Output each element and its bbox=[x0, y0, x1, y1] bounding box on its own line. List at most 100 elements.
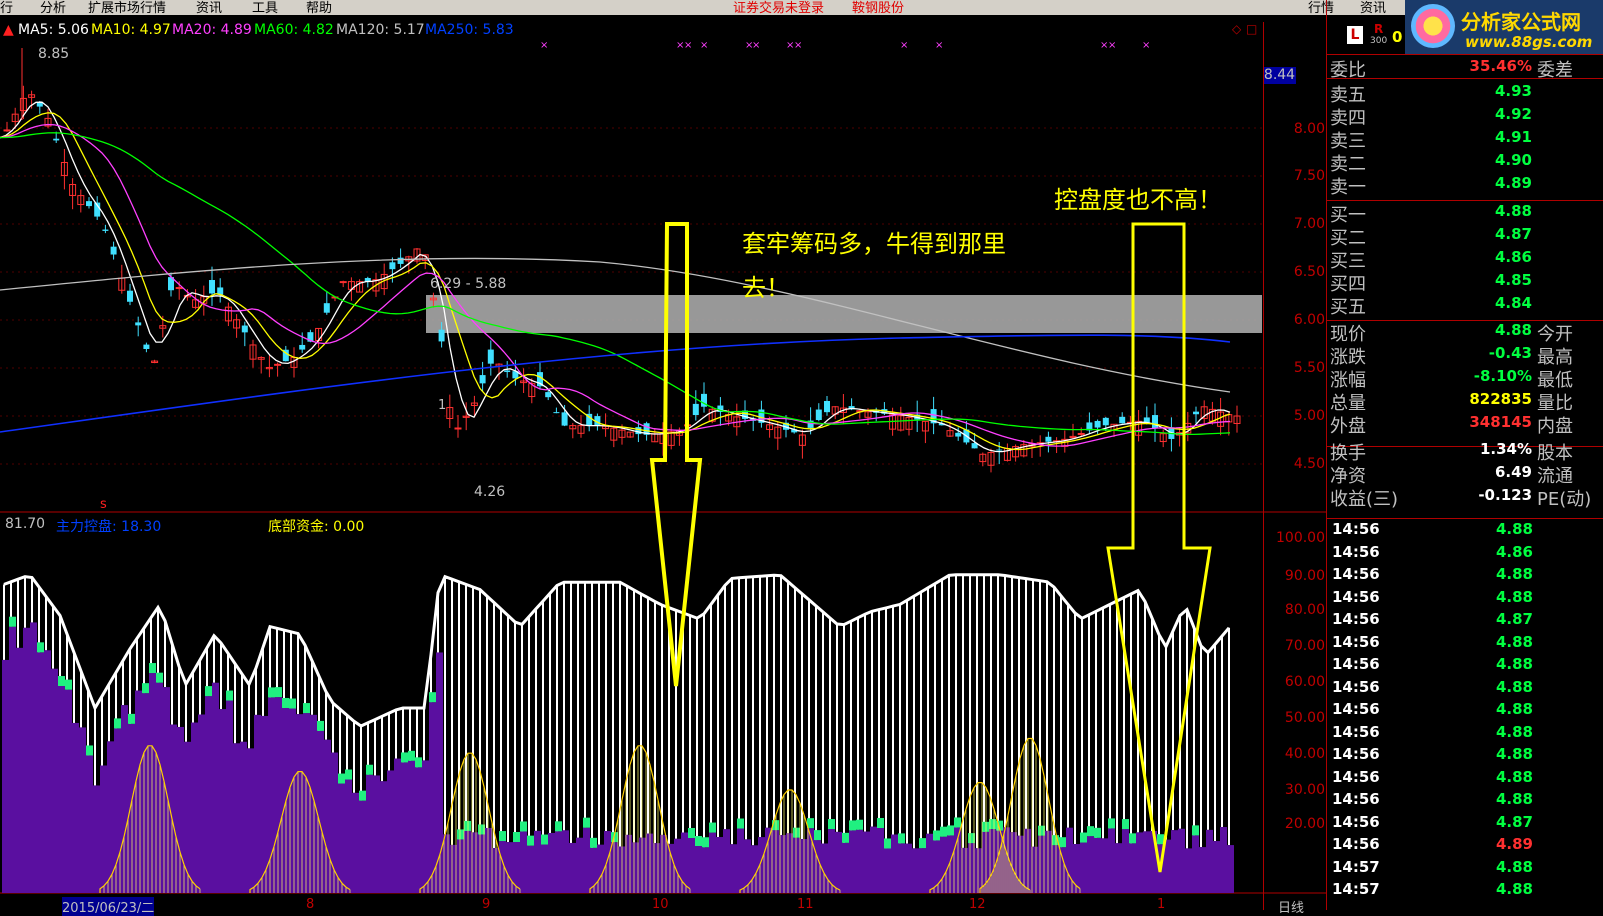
purple-bar bbox=[79, 727, 86, 893]
sell-row-4[interactable]: 卖四 4.92 bbox=[1330, 104, 1603, 129]
buy-row-5[interactable]: 买五 4.84 bbox=[1330, 293, 1603, 318]
low-price-label: 4.26 bbox=[474, 484, 506, 500]
buy-row-1[interactable]: 买一 4.88 bbox=[1330, 201, 1603, 226]
candle-body bbox=[241, 325, 248, 333]
green-bar bbox=[359, 790, 366, 801]
tick-time: 14:56 bbox=[1332, 520, 1380, 538]
price-tick-650: 6.50 bbox=[1293, 264, 1325, 280]
purple-bar bbox=[191, 722, 198, 893]
candle-body bbox=[487, 349, 494, 364]
tick-row: 14:56 4.88 bbox=[1330, 655, 1603, 677]
price-tick-800: 8.00 bbox=[1293, 121, 1325, 137]
purple-bar bbox=[1087, 836, 1094, 893]
sell-row-3[interactable]: 卖三 4.91 bbox=[1330, 127, 1603, 152]
purple-bar bbox=[254, 714, 261, 893]
buy-row-3[interactable]: 买三 4.86 bbox=[1330, 247, 1603, 272]
green-bar bbox=[877, 817, 884, 828]
candle-body bbox=[1077, 432, 1085, 435]
purple-bar bbox=[310, 714, 317, 893]
ma20-label: MA20: 4.89 bbox=[172, 22, 252, 38]
signal-marker: × bbox=[935, 40, 943, 51]
purple-bar bbox=[1192, 835, 1199, 893]
purple-bar bbox=[884, 848, 891, 893]
annotation-trapped-chips-line2: 去！ bbox=[742, 274, 790, 302]
purple-bar bbox=[905, 843, 912, 893]
purple-bar bbox=[457, 839, 464, 893]
green-bar bbox=[128, 713, 135, 724]
tick-time: 14:57 bbox=[1332, 857, 1380, 876]
window-toggle-icon[interactable]: □ bbox=[1246, 22, 1257, 36]
kline-chart[interactable]: × × × × ×× × × × × × × × bbox=[0, 0, 1330, 910]
green-bar bbox=[275, 687, 282, 698]
tick-time: 14:56 bbox=[1332, 835, 1380, 853]
purple-bar bbox=[1185, 848, 1192, 893]
green-bar bbox=[541, 834, 548, 845]
green-bar bbox=[1192, 825, 1199, 836]
green-bar bbox=[464, 820, 471, 831]
range-label: 6.29 - 5.88 bbox=[430, 276, 507, 292]
price-tick-450: 4.50 bbox=[1293, 456, 1325, 472]
tick-time: 14:56 bbox=[1332, 565, 1380, 583]
current-price-tag: 8.44 bbox=[1263, 67, 1296, 84]
info-eps-value: -0.123 bbox=[1478, 486, 1532, 504]
green-bar bbox=[947, 825, 954, 836]
tick-price: 4.88 bbox=[1495, 565, 1533, 583]
tick-time: 14:56 bbox=[1332, 722, 1380, 741]
info-outer-label: 外盘 bbox=[1330, 416, 1366, 437]
green-bar bbox=[933, 830, 940, 841]
buy-4-price: 4.85 bbox=[1494, 271, 1532, 289]
tab-news[interactable]: 资讯 bbox=[1360, 0, 1386, 16]
candle-body bbox=[175, 287, 183, 290]
sell-row-2[interactable]: 卖二 4.90 bbox=[1330, 150, 1603, 175]
candle-body bbox=[110, 246, 117, 255]
purple-bar bbox=[541, 844, 548, 893]
info-row-pct: 涨幅 -8.10% 最低 bbox=[1330, 366, 1603, 391]
tick-price: 4.88 bbox=[1495, 587, 1533, 606]
sell-1-price: 4.89 bbox=[1494, 174, 1532, 192]
tick-row: 14:56 4.87 bbox=[1330, 813, 1603, 835]
sub-tick-20: 20.00 bbox=[1284, 816, 1325, 832]
green-bar bbox=[499, 831, 506, 842]
purple-bar bbox=[611, 842, 618, 893]
purple-bar bbox=[646, 833, 653, 893]
info-row-change: 涨跌 -0.43 最高 bbox=[1330, 343, 1603, 368]
purple-bar bbox=[555, 831, 562, 893]
purple-bar bbox=[366, 774, 373, 893]
badge-r[interactable]: R bbox=[1374, 22, 1383, 36]
green-bar bbox=[856, 819, 863, 830]
info-inner-label: 内盘 bbox=[1537, 416, 1573, 437]
green-bar bbox=[1157, 834, 1164, 845]
sub-tick-70: 70.00 bbox=[1284, 638, 1325, 654]
green-bar bbox=[289, 698, 296, 709]
tick-time: 14:56 bbox=[1332, 700, 1380, 718]
badge-l[interactable]: L bbox=[1347, 26, 1363, 44]
green-bar bbox=[1094, 827, 1101, 838]
badge-num: 300 bbox=[1370, 36, 1388, 46]
sub-tick-30: 30.00 bbox=[1284, 782, 1325, 798]
tick-price: 4.87 bbox=[1495, 610, 1533, 628]
purple-bar bbox=[702, 847, 709, 893]
purple-bar bbox=[1052, 845, 1059, 893]
sell-row-1[interactable]: 卖一 4.89 bbox=[1330, 173, 1603, 198]
buy-row-4[interactable]: 买四 4.85 bbox=[1330, 270, 1603, 295]
purple-bar bbox=[51, 668, 58, 893]
purple-bar bbox=[422, 760, 429, 893]
green-bar bbox=[898, 833, 905, 844]
purple-bar bbox=[569, 842, 576, 893]
info-row-eps: 收益(三) -0.123 PE(动) bbox=[1330, 485, 1603, 510]
settings-icon[interactable]: ◇ bbox=[1232, 22, 1241, 36]
green-bar bbox=[1087, 826, 1094, 837]
purple-bar bbox=[1220, 827, 1227, 893]
candle-body bbox=[438, 329, 445, 342]
purple-bar bbox=[912, 848, 919, 893]
green-bar bbox=[86, 745, 93, 756]
purple-bar bbox=[205, 696, 212, 893]
candle-body bbox=[561, 412, 568, 426]
tick-time: 14:56 bbox=[1332, 632, 1380, 651]
buy-row-2[interactable]: 买二 4.87 bbox=[1330, 224, 1603, 249]
purple-bar bbox=[429, 702, 436, 893]
quote-panel: 委比 35.46% 委差 卖五 4.93 卖四 4.92 卖三 4.91 卖二 4.90… bbox=[1330, 54, 1603, 910]
sell-row-5[interactable]: 卖五 4.93 bbox=[1330, 81, 1603, 106]
period-label[interactable]: 日线 bbox=[1278, 897, 1304, 916]
price-tick-500: 5.00 bbox=[1293, 408, 1325, 424]
